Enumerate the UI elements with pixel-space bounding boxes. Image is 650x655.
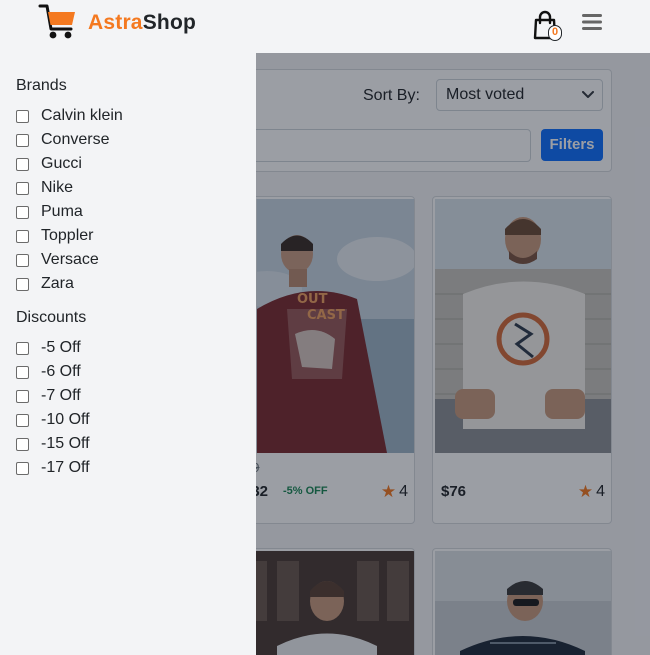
discount-option[interactable]: -6 Off: [16, 363, 81, 381]
brand-option[interactable]: Gucci: [16, 155, 82, 173]
brands-title: Brands: [16, 77, 67, 94]
discount-option[interactable]: -10 Off: [16, 411, 90, 429]
discount-option[interactable]: -5 Off: [16, 339, 81, 357]
brand-checkbox[interactable]: [16, 229, 29, 243]
discount-option[interactable]: -15 Off: [16, 435, 90, 453]
brand-label[interactable]: Calvin klein: [41, 107, 123, 125]
brand-label[interactable]: Converse: [41, 131, 109, 149]
discount-checkbox[interactable]: [16, 341, 29, 355]
brand-option[interactable]: Versace: [16, 251, 99, 269]
discount-label[interactable]: -5 Off: [41, 339, 81, 357]
discount-checkbox[interactable]: [16, 461, 29, 475]
discount-checkbox[interactable]: [16, 389, 29, 403]
brand-part-shop: Shop: [142, 11, 196, 34]
shopping-cart-icon: [38, 4, 75, 39]
brand-option[interactable]: Puma: [16, 203, 83, 221]
brand-checkbox[interactable]: [16, 109, 29, 123]
brand-label[interactable]: Gucci: [41, 155, 82, 173]
top-navbar: AstraShop 0: [0, 0, 650, 53]
brand-checkbox[interactable]: [16, 205, 29, 219]
brand-option[interactable]: Toppler: [16, 227, 93, 245]
brand-label[interactable]: Nike: [41, 179, 73, 197]
brand-option[interactable]: Converse: [16, 131, 109, 149]
discount-option[interactable]: -17 Off: [16, 459, 90, 477]
brand-part-astra: Astra: [88, 11, 143, 34]
brand-name: AstraShop: [88, 11, 196, 35]
hamburger-menu-icon[interactable]: [582, 13, 602, 31]
discounts-title: Discounts: [16, 309, 87, 326]
filter-sidebar: Brands Calvin klein Converse Gucci Nike …: [0, 53, 256, 655]
brand-option[interactable]: Calvin klein: [16, 107, 123, 125]
brand-checkbox[interactable]: [16, 253, 29, 267]
brand-label[interactable]: Toppler: [41, 227, 93, 245]
discount-label[interactable]: -15 Off: [41, 435, 90, 453]
discount-label[interactable]: -6 Off: [41, 363, 81, 381]
brand-checkbox[interactable]: [16, 181, 29, 195]
brand-label[interactable]: Puma: [41, 203, 83, 221]
discount-label[interactable]: -7 Off: [41, 387, 81, 405]
cart-count-badge: 0: [548, 25, 562, 41]
discount-label[interactable]: -17 Off: [41, 459, 90, 477]
discount-label[interactable]: -10 Off: [41, 411, 90, 429]
brand-checkbox[interactable]: [16, 133, 29, 147]
discount-checkbox[interactable]: [16, 413, 29, 427]
brand-label[interactable]: Versace: [41, 251, 99, 269]
discount-checkbox[interactable]: [16, 365, 29, 379]
discount-checkbox[interactable]: [16, 437, 29, 451]
logo[interactable]: AstraShop: [38, 3, 196, 41]
brand-label[interactable]: Zara: [41, 275, 74, 293]
discount-option[interactable]: -7 Off: [16, 387, 81, 405]
brand-checkbox[interactable]: [16, 157, 29, 171]
brand-checkbox[interactable]: [16, 277, 29, 291]
brand-option[interactable]: Nike: [16, 179, 73, 197]
brand-option[interactable]: Zara: [16, 275, 74, 293]
